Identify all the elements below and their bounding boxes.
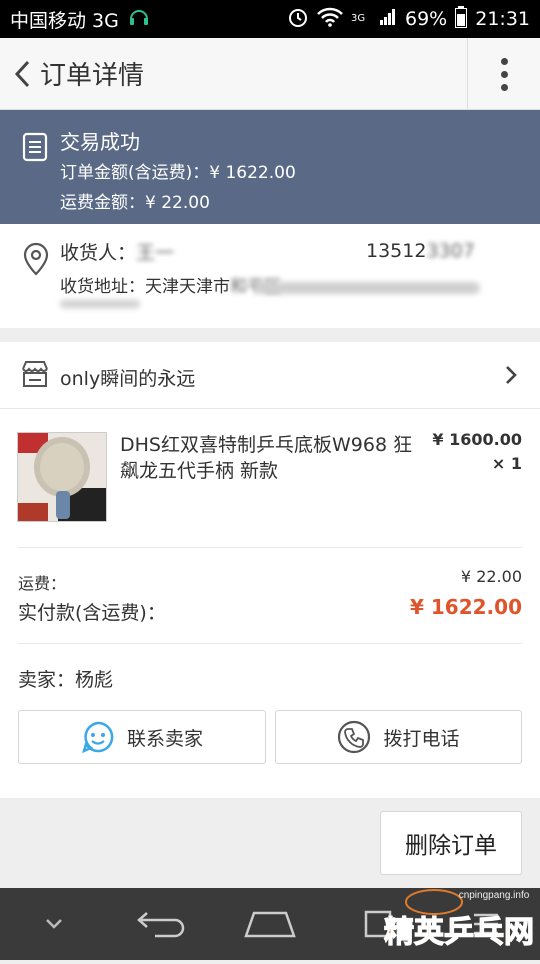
- recents-nav-button[interactable]: [348, 888, 408, 960]
- order-total: 订单金额(含运费)：¥ 1622.00: [60, 163, 296, 183]
- product-thumbnail[interactable]: [17, 432, 107, 522]
- back-nav-button[interactable]: [132, 888, 192, 960]
- app-bar: 订单详情: [0, 38, 540, 110]
- contact-seller-label: 联系卖家: [126, 727, 203, 750]
- call-label: 拨打电话: [383, 727, 460, 750]
- product-quantity: × 1: [491, 454, 522, 473]
- product-price: ¥ 1600.00: [432, 430, 522, 449]
- battery-icon: [455, 5, 468, 33]
- wifi-icon: [317, 7, 343, 32]
- delete-order-button[interactable]: 删除订单: [380, 811, 522, 875]
- home-nav-button[interactable]: [240, 888, 300, 960]
- divider: [18, 643, 522, 644]
- system-nav-bar: [0, 888, 540, 960]
- order-status-banner: 交易成功 订单金额(含运费)：¥ 1622.00 运费金额：¥ 22.00: [0, 110, 540, 224]
- network-type-label: 3G: [351, 13, 366, 24]
- divider: [18, 547, 522, 548]
- menu-icon: [474, 913, 498, 935]
- shipping-address: 收货地址：天津天津市和平区: [60, 277, 281, 297]
- seller-name: 卖家：杨彪: [18, 669, 114, 691]
- location-pin-icon: [23, 242, 49, 276]
- headset-icon: [127, 6, 151, 33]
- page-title: 订单详情: [40, 61, 145, 91]
- hide-keyboard-button[interactable]: [24, 888, 84, 960]
- order-status-title: 交易成功: [60, 130, 140, 154]
- shop-row[interactable]: only瞬间的永远: [0, 342, 540, 409]
- carrier-label: 中国移动 3G: [10, 9, 119, 32]
- back-arrow-icon: [137, 912, 185, 938]
- receipt-icon: [22, 132, 48, 162]
- ping-pong-paddle-image: [18, 433, 106, 521]
- contact-seller-button[interactable]: 联系卖家: [18, 710, 266, 764]
- recipient-phone: 135123307: [366, 240, 475, 262]
- shipping-fee-value: ¥ 22.00: [460, 567, 522, 586]
- chevron-down-icon: [46, 919, 62, 929]
- order-shipping: 运费金额：¥ 22.00: [60, 193, 210, 213]
- chevron-left-icon: [14, 60, 30, 87]
- back-button[interactable]: [6, 38, 38, 110]
- chevron-right-icon: [506, 366, 517, 384]
- call-button[interactable]: 拨打电话: [275, 710, 522, 764]
- product-name[interactable]: DHS红双喜特制乒乓底板W968 狂飙龙五代手柄 新款: [120, 432, 415, 484]
- menu-nav-button[interactable]: [456, 888, 516, 960]
- amount-paid-label: 实付款(含运费)：: [18, 602, 166, 624]
- store-icon: [22, 361, 48, 387]
- more-menu-button[interactable]: [467, 38, 540, 110]
- signal-icon: [379, 8, 397, 31]
- alarm-icon: [287, 6, 309, 33]
- clock-label: 21:31: [475, 8, 530, 30]
- battery-label: 69%: [405, 8, 448, 30]
- redacted-address: [255, 282, 480, 294]
- home-icon: [244, 911, 296, 938]
- recents-icon: [364, 910, 392, 938]
- chat-face-icon: [82, 721, 114, 754]
- status-bar: 中国移动 3G 3G 69% 21:31: [0, 0, 540, 38]
- recipient-name: 收货人：王一: [60, 242, 175, 264]
- shipping-fee-label: 运费：: [18, 574, 67, 593]
- address-section: 收货人：王一 135123307 收货地址：天津天津市和平区: [0, 224, 540, 328]
- more-vertical-icon: [500, 57, 508, 91]
- shop-name: only瞬间的永远: [60, 368, 196, 390]
- phone-icon: [338, 720, 371, 754]
- redacted-address-line2: [60, 300, 140, 308]
- amount-paid-value: ¥ 1622.00: [410, 595, 522, 619]
